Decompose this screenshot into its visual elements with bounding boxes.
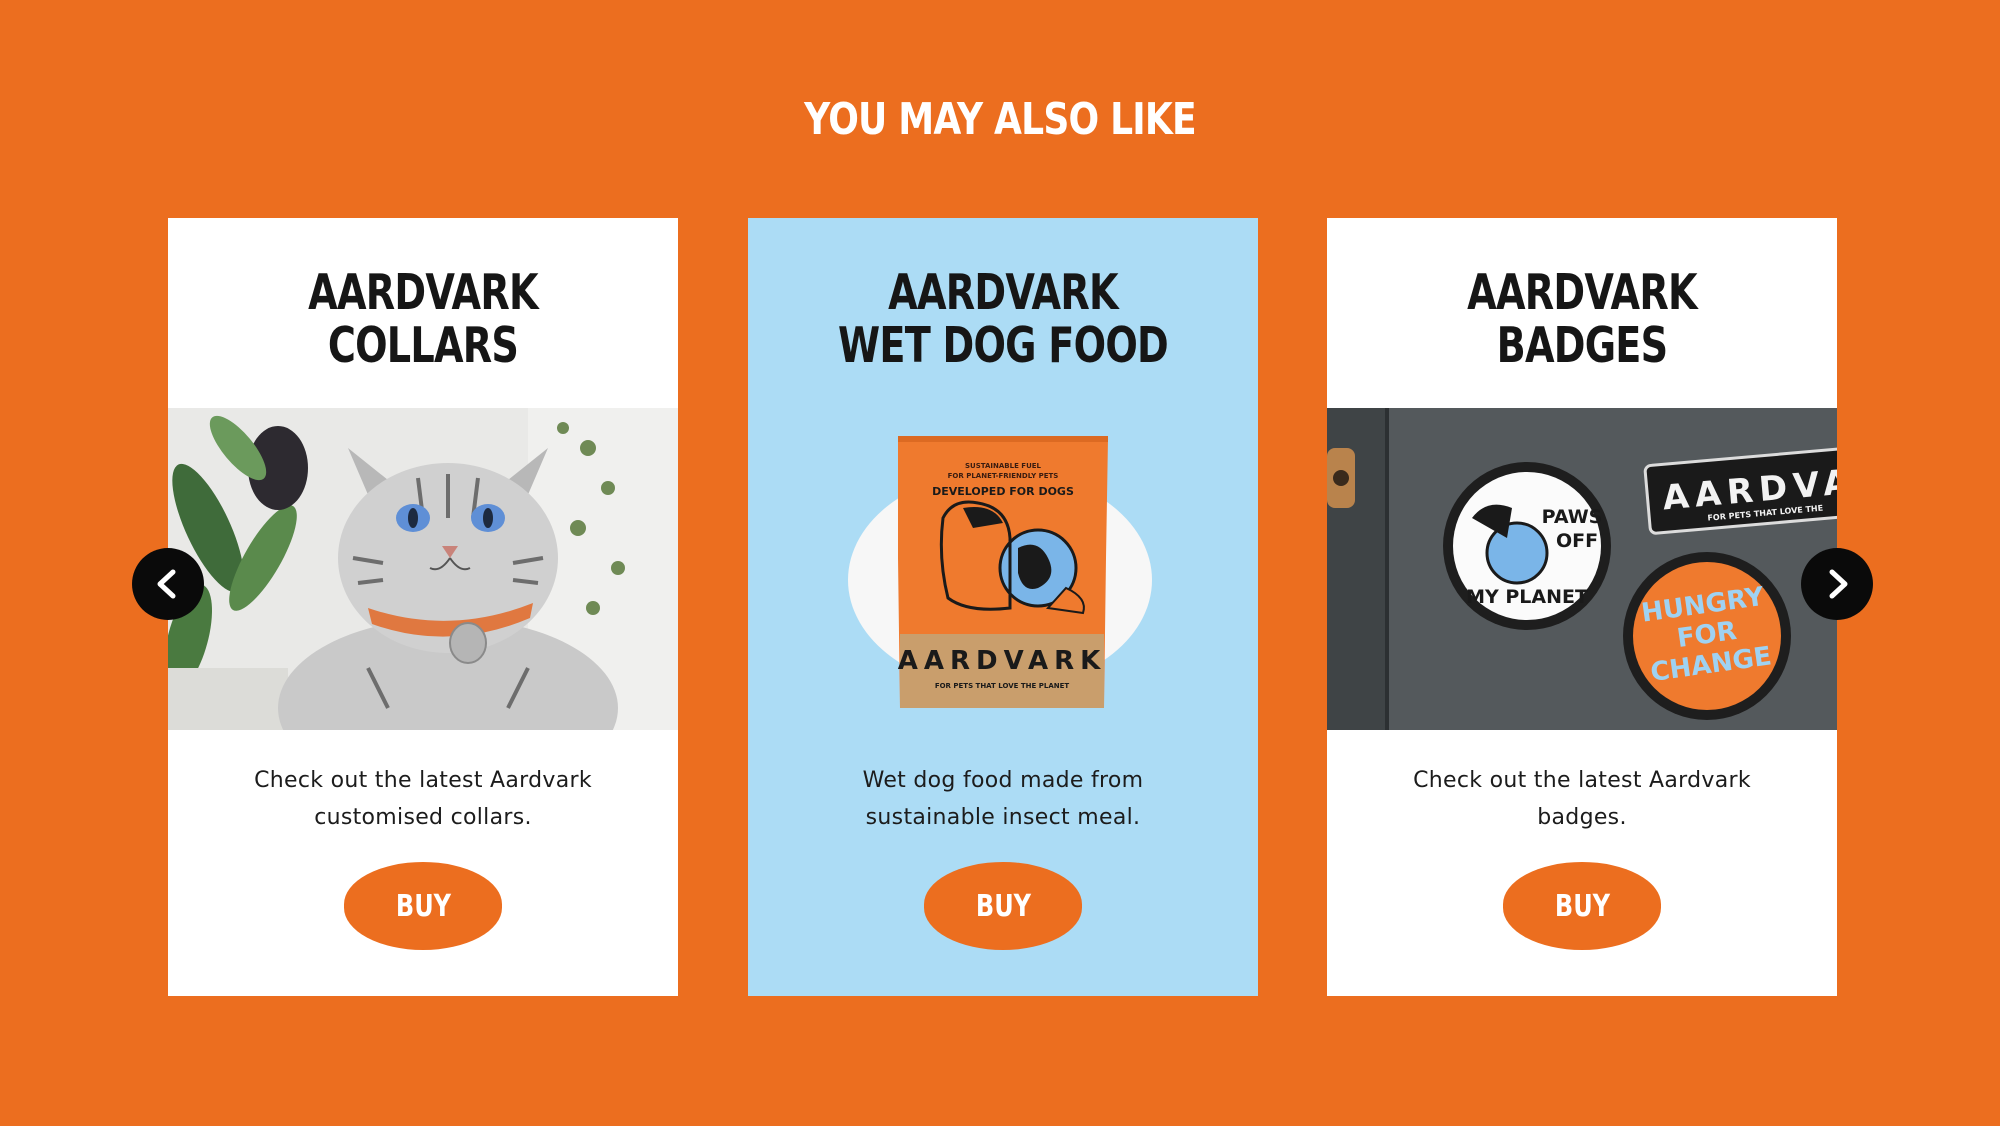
pack-small-line2: FOR PLANET-FRIENDLY PETS [948, 472, 1059, 480]
badge-paws-line1: PAWS [1542, 506, 1603, 528]
card-description-line: Check out the latest Aardvark [254, 768, 592, 793]
buy-button-badges[interactable]: BUY [1503, 862, 1661, 950]
card-description: Check out the latest Aardvark badges. [1367, 762, 1797, 836]
card-title-line: WET DOG FOOD [837, 317, 1169, 374]
card-title: AARDVARK BADGES [1383, 266, 1781, 372]
buy-button-label: BUY [975, 888, 1031, 924]
card-description-line: badges. [1537, 805, 1627, 830]
pack-brand: AARDVARK [898, 646, 1107, 676]
pack-tagline: FOR PETS THAT LOVE THE PLANET [935, 682, 1070, 690]
card-description-line: Check out the latest Aardvark [1413, 768, 1751, 793]
card-title: AARDVARK WET DOG FOOD [804, 266, 1202, 372]
product-card-wet-dog-food[interactable]: AARDVARK WET DOG FOOD SUSTAINABLE FUEL F… [748, 218, 1258, 996]
card-title: AARDVARK COLLARS [224, 266, 622, 372]
buy-button-label: BUY [395, 888, 451, 924]
buy-button-collars[interactable]: BUY [344, 862, 502, 950]
pack-developed: DEVELOPED FOR DOGS [932, 485, 1074, 498]
badge-paws-line2: OFF [1556, 530, 1598, 552]
badge-paws-line3: MY PLANET [1466, 586, 1588, 608]
card-title-line: AARDVARK [1467, 264, 1697, 321]
product-image-badges[interactable]: AARDVA FOR PETS THAT LOVE THE PAWS OFF M… [1327, 408, 1837, 730]
card-title-line: AARDVARK [888, 264, 1118, 321]
carousel-prev-button[interactable] [132, 548, 204, 620]
product-card-badges[interactable]: AARDVARK BADGES AARDVA FOR PETS THAT LOV… [1327, 218, 1837, 996]
chevron-left-icon [157, 569, 176, 599]
product-image-cat[interactable] [168, 408, 678, 730]
card-title-line: AARDVARK [308, 264, 538, 321]
card-description-line: sustainable insect meal. [865, 805, 1141, 830]
section-title: YOU MAY ALSO LIKE [804, 94, 1196, 145]
product-card-collars[interactable]: AARDVARK COLLARS Check out the latest Aa… [168, 218, 678, 996]
product-image-dog-food[interactable]: SUSTAINABLE FUEL FOR PLANET-FRIENDLY PET… [748, 408, 1258, 730]
card-description: Wet dog food made from sustainable insec… [788, 762, 1218, 836]
chevron-right-icon [1829, 569, 1848, 599]
pack-small-line1: SUSTAINABLE FUEL [965, 462, 1042, 470]
card-title-line: BADGES [1496, 317, 1669, 374]
card-title-line: COLLARS [327, 317, 519, 374]
card-description: Check out the latest Aardvark customised… [208, 762, 638, 836]
card-description-line: customised collars. [314, 805, 532, 830]
card-description-line: Wet dog food made from [862, 768, 1144, 793]
buy-button-label: BUY [1554, 888, 1610, 924]
carousel-next-button[interactable] [1801, 548, 1873, 620]
buy-button-wet-dog-food[interactable]: BUY [924, 862, 1082, 950]
